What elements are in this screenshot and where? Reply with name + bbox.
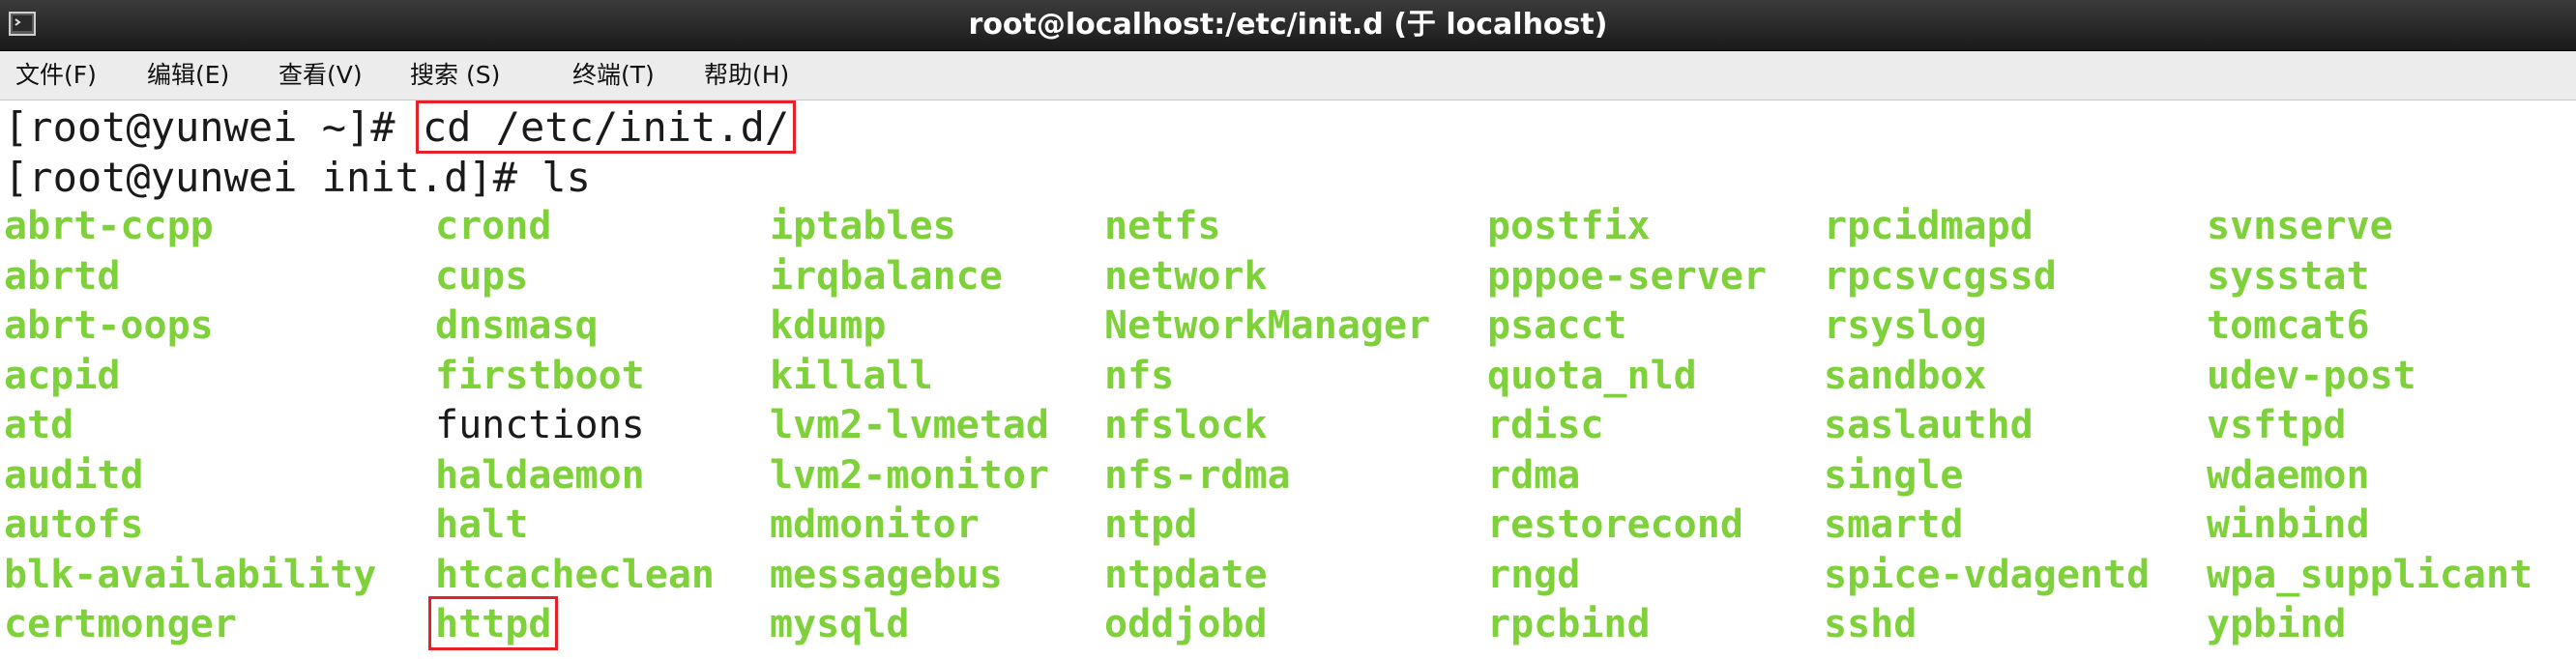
shell-prompt: [root@yunwei init.d]# — [4, 154, 542, 201]
terminal-output[interactable]: [root@yunwei ~]# cd /etc/init.d/ [root@y… — [0, 100, 2576, 659]
ls-entry: autofs — [4, 502, 144, 547]
ls-entry: haldaemon — [435, 452, 645, 498]
ls-entry: single — [1824, 452, 1964, 498]
ls-entry: psacct — [1487, 303, 1627, 348]
ls-entry: certmonger — [4, 602, 237, 646]
ls-entry: saslauthd — [1824, 403, 2034, 447]
ls-entry: killall — [770, 353, 933, 398]
ls-entry: smartd — [1824, 502, 1964, 547]
ls-entry: rpcidmapd — [1824, 204, 2034, 248]
ls-entry: lvm2-monitor — [770, 452, 1049, 498]
ls-entry: NetworkManager — [1104, 303, 1431, 348]
ls-entry: wdaemon — [2207, 452, 2370, 498]
ls-entry: vsftpd — [2207, 403, 2347, 447]
menu-view[interactable]: 查看(V) — [278, 51, 363, 100]
ls-entry: rpcsvcgssd — [1824, 253, 2057, 299]
ls-entry: rngd — [1487, 552, 1581, 597]
ls-entry: rpcbind — [1487, 602, 1651, 646]
ls-entry: atd — [4, 403, 74, 447]
ls-entry: cups — [435, 253, 529, 299]
ls-entry: nfs — [1104, 353, 1175, 398]
ls-entry: htcacheclean — [435, 552, 715, 597]
shell-command: ls — [542, 154, 591, 201]
ls-entry: kdump — [770, 303, 887, 348]
highlighted-command: cd /etc/init.d/ — [415, 100, 797, 154]
ls-entry: pppoe-server — [1487, 253, 1767, 299]
ls-entry: rdma — [1487, 452, 1581, 498]
ls-entry: rsyslog — [1824, 303, 1987, 348]
ls-entry: nfs-rdma — [1104, 452, 1291, 498]
ls-entry: irqbalance — [770, 253, 1003, 299]
ls-entry: abrtd — [4, 253, 121, 299]
ls-entry: dnsmasq — [435, 303, 599, 348]
ls-entry: rdisc — [1487, 403, 1604, 447]
ls-entry: ypbind — [2207, 602, 2347, 646]
ls-entry: ntpdate — [1104, 552, 1268, 597]
ls-entry: sysstat — [2207, 253, 2370, 299]
ls-entry: svnserve — [2207, 204, 2393, 248]
ls-entry: blk-availability — [4, 552, 377, 597]
ls-entry: lvm2-lvmetad — [770, 403, 1049, 447]
ls-entry: mysqld — [770, 602, 910, 646]
menu-terminal[interactable]: 终端(T) — [572, 51, 655, 100]
ls-entry: crond — [435, 204, 552, 248]
ls-entry: auditd — [4, 452, 144, 498]
ls-entry: halt — [435, 502, 529, 547]
terminal-line-1: [root@yunwei ~]# cd /etc/init.d/ — [4, 100, 797, 154]
menu-search[interactable]: 搜索 (S) — [410, 51, 500, 100]
menu-file[interactable]: 文件(F) — [15, 51, 97, 100]
ls-entry: mdmonitor — [770, 502, 980, 547]
shell-prompt: [root@yunwei ~]# — [4, 103, 420, 151]
menu-edit[interactable]: 编辑(E) — [147, 51, 229, 100]
ls-entry: netfs — [1104, 204, 1221, 248]
ls-entry: oddjobd — [1104, 602, 1268, 646]
menu-bar: 文件(F) 编辑(E) 查看(V) 搜索 (S) 终端(T) 帮助(H) — [0, 51, 2576, 100]
ls-entry: quota_nld — [1487, 353, 1697, 398]
ls-entry: spice-vdagentd — [1824, 552, 2151, 597]
title-bar[interactable]: root@localhost:/etc/init.d (于 localhost) — [0, 0, 2576, 51]
window-title: root@localhost:/etc/init.d (于 localhost) — [968, 8, 1608, 42]
ls-entry: restorecond — [1487, 502, 1743, 547]
ls-entry: wpa_supplicant — [2207, 552, 2533, 597]
terminal-window: root@localhost:/etc/init.d (于 localhost)… — [0, 0, 2576, 659]
ls-entry: acpid — [4, 353, 121, 398]
ls-entry: winbind — [2207, 502, 2370, 547]
ls-entry: sandbox — [1824, 353, 1987, 398]
ls-entry: nfslock — [1104, 403, 1268, 447]
menu-help[interactable]: 帮助(H) — [704, 51, 789, 100]
ls-entry: messagebus — [770, 552, 1003, 597]
ls-entry: tomcat6 — [2207, 303, 2370, 348]
ls-entry: httpd — [428, 596, 559, 650]
ls-entry: firstboot — [435, 353, 645, 398]
ls-entry: network — [1104, 253, 1268, 299]
ls-entry: ntpd — [1104, 502, 1198, 547]
ls-entry: sshd — [1824, 602, 1917, 646]
ls-entry: iptables — [770, 204, 956, 248]
ls-entry: udev-post — [2207, 353, 2416, 398]
ls-entry: abrt-ccpp — [4, 204, 214, 248]
terminal-line-2: [root@yunwei init.d]# ls — [4, 153, 591, 203]
ls-entry: functions — [435, 403, 645, 447]
ls-entry: abrt-oops — [4, 303, 214, 348]
ls-entry: postfix — [1487, 204, 1651, 248]
